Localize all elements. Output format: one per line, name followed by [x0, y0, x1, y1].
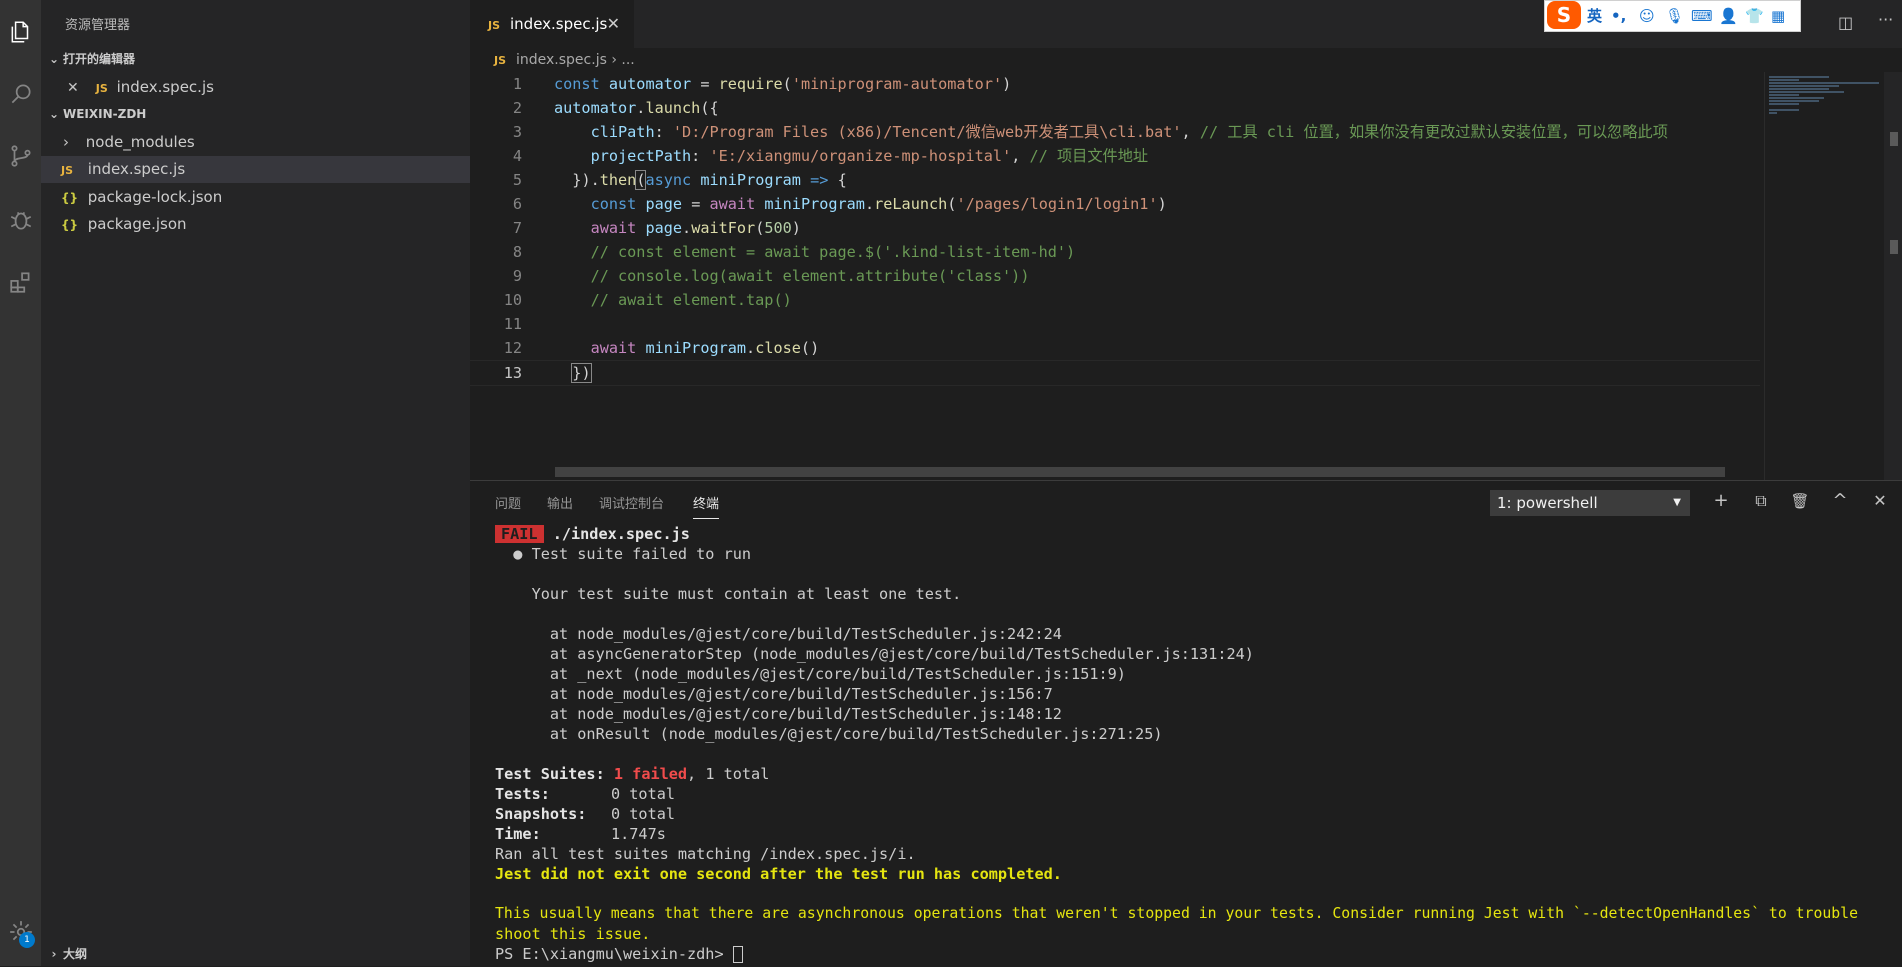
code-line: 2 automator.launch({: [512, 99, 719, 117]
smiley-icon[interactable]: ☺: [1639, 5, 1655, 27]
horizontal-scrollbar[interactable]: [555, 467, 1725, 477]
terminal-line: FAIL ./index.spec.js: [495, 524, 690, 544]
keyboard-icon[interactable]: ⌨: [1691, 5, 1713, 27]
terminal-line: Test Suites: 1 failed, 1 total: [495, 765, 770, 783]
explorer-icon[interactable]: [0, 8, 41, 56]
terminal-line: at _next (node_modules/@jest/core/build/…: [495, 665, 1126, 683]
terminal-line: Tests: 0 total: [495, 785, 676, 803]
tab-index-spec[interactable]: JS index.spec.js ✕: [470, 0, 634, 48]
js-file-icon: JS: [61, 164, 74, 177]
microphone-icon[interactable]: 🎙: [1665, 5, 1684, 27]
code-line: 11: [503, 315, 522, 333]
explorer-sidebar: 资源管理器 ⌄ 打开的编辑器 ✕ JS index.spec.js ⌄ WEIXIN…: [41, 0, 470, 966]
code-line-current: 13 }): [470, 360, 1760, 386]
tree-item-node-modules[interactable]: › node_modules: [41, 129, 470, 156]
terminal-line: Snapshots: 0 total: [495, 805, 676, 823]
tab-debug-console[interactable]: 调试控制台: [599, 493, 664, 512]
tree-item-package-lock[interactable]: {} package-lock.json: [41, 184, 470, 211]
chevron-down-icon: ⌄: [48, 52, 60, 66]
skin-icon[interactable]: 👕: [1745, 5, 1764, 27]
terminal-line: Jest did not exit one second after the t…: [495, 865, 1062, 883]
ime-logo[interactable]: S: [1547, 1, 1581, 29]
terminal-line: Your test suite must contain at least on…: [495, 585, 962, 603]
js-file-icon: JS: [494, 54, 507, 67]
terminal-prompt[interactable]: PS E:\xiangmu\weixin-zdh>: [495, 944, 743, 964]
terminal-line: at node_modules/@jest/core/build/TestSch…: [495, 705, 1062, 723]
search-icon[interactable]: [0, 70, 41, 118]
kill-terminal-button[interactable]: 🗑: [1787, 488, 1813, 514]
breadcrumb-file[interactable]: index.spec.js: [516, 52, 607, 68]
code-line: 5 }).then(async miniProgram => {: [512, 170, 847, 190]
open-editor-label: index.spec.js: [116, 78, 214, 96]
tree-item-package[interactable]: {} package.json: [41, 211, 470, 238]
code-line: 3 cliPath: 'D:/Program Files (x86)/Tence…: [512, 123, 1668, 141]
fail-badge: FAIL: [495, 525, 544, 543]
terminal-line: at onResult (node_modules/@jest/core/bui…: [495, 725, 1163, 743]
settings-badge: 1: [19, 932, 35, 948]
settings-gear-icon[interactable]: 1: [0, 908, 41, 956]
split-terminal-button[interactable]: ⧉: [1748, 488, 1774, 514]
maximize-panel-button[interactable]: ^: [1827, 488, 1853, 514]
terminal-line: shoot this issue.: [495, 925, 651, 943]
chevron-right-icon: ›: [51, 947, 57, 961]
breadcrumb-separator: ›: [611, 52, 617, 68]
chevron-down-icon: ⌄: [48, 107, 60, 121]
terminal-line: at node_modules/@jest/core/build/TestSch…: [495, 625, 1062, 643]
code-line: 1 const automator = require('miniprogram-…: [512, 75, 1012, 93]
terminal-select[interactable]: 1: powershell ▼: [1490, 490, 1690, 516]
split-editor-icon[interactable]: ◫: [1838, 13, 1853, 32]
code-line: 10 // await element.tap(): [503, 291, 792, 309]
tab-terminal[interactable]: 终端: [693, 493, 720, 519]
user-icon[interactable]: 👤: [1719, 5, 1738, 27]
js-file-icon: JS: [488, 19, 501, 32]
more-actions-icon[interactable]: ···: [1878, 10, 1893, 29]
source-control-icon[interactable]: [0, 132, 41, 180]
open-editor-item[interactable]: ✕ JS index.spec.js: [41, 74, 470, 101]
minimap[interactable]: [1764, 72, 1885, 480]
tab-problems[interactable]: 问题: [495, 493, 521, 512]
ime-language[interactable]: 英: [1587, 5, 1602, 27]
code-line: 6 const page = await miniProgram.reLaunc…: [512, 195, 1167, 213]
folder-header[interactable]: ⌄ WEIXIN-ZDH: [41, 102, 470, 126]
breadcrumb: JS index.spec.js › ...: [470, 48, 1902, 72]
code-line: 4 projectPath: 'E:/xiangmu/organize-mp-h…: [512, 147, 1149, 165]
vertical-scrollbar[interactable]: [1884, 72, 1902, 480]
open-editors-header[interactable]: ⌄ 打开的编辑器: [41, 47, 470, 71]
chevron-right-icon: ›: [63, 133, 69, 151]
ime-punctuation[interactable]: •,: [1611, 5, 1626, 27]
code-line: 8 // const element = await page.$('.kind…: [512, 243, 1076, 261]
debug-icon[interactable]: [0, 196, 41, 244]
tab-output[interactable]: 输出: [547, 493, 573, 512]
json-file-icon: {}: [61, 191, 79, 205]
breadcrumb-rest[interactable]: ...: [621, 52, 634, 68]
dropdown-arrow-icon: ▼: [1673, 497, 1681, 508]
tree-item-index-spec[interactable]: JS index.spec.js: [41, 156, 470, 183]
close-icon[interactable]: ✕: [607, 0, 620, 48]
code-line: 9 // console.log(await element.attribute…: [512, 267, 1030, 285]
sidebar-title: 资源管理器: [65, 18, 131, 33]
new-terminal-button[interactable]: +: [1708, 488, 1734, 514]
grid-menu-icon[interactable]: ▦: [1771, 5, 1785, 27]
json-file-icon: {}: [61, 218, 79, 232]
terminal-line: at asyncGeneratorStep (node_modules/@jes…: [495, 645, 1254, 663]
terminal-line: This usually means that there are asynch…: [495, 905, 1858, 922]
js-file-icon: JS: [95, 82, 108, 95]
ime-toolbar: S 英 •, ☺ 🎙 ⌨ 👤 👕 ▦: [1544, 0, 1801, 32]
terminal-line: Time: 1.747s: [495, 825, 666, 843]
activity-bar: 1: [0, 0, 41, 966]
code-editor[interactable]: 1 const automator = require('miniprogram-…: [470, 72, 1902, 480]
code-line: 12 await miniProgram.close(): [503, 339, 820, 357]
terminal-line: ● Test suite failed to run: [495, 545, 752, 563]
close-panel-button[interactable]: ✕: [1867, 488, 1893, 514]
outline-header[interactable]: › 大纲: [41, 942, 470, 966]
close-icon[interactable]: ✕: [67, 75, 83, 102]
extensions-icon[interactable]: [0, 258, 41, 306]
terminal-line: at node_modules/@jest/core/build/TestSch…: [495, 685, 1053, 703]
code-line: 7 await page.waitFor(500): [512, 219, 801, 237]
terminal-line: Ran all test suites matching /index.spec…: [495, 845, 916, 863]
terminal-cursor: [732, 946, 743, 963]
